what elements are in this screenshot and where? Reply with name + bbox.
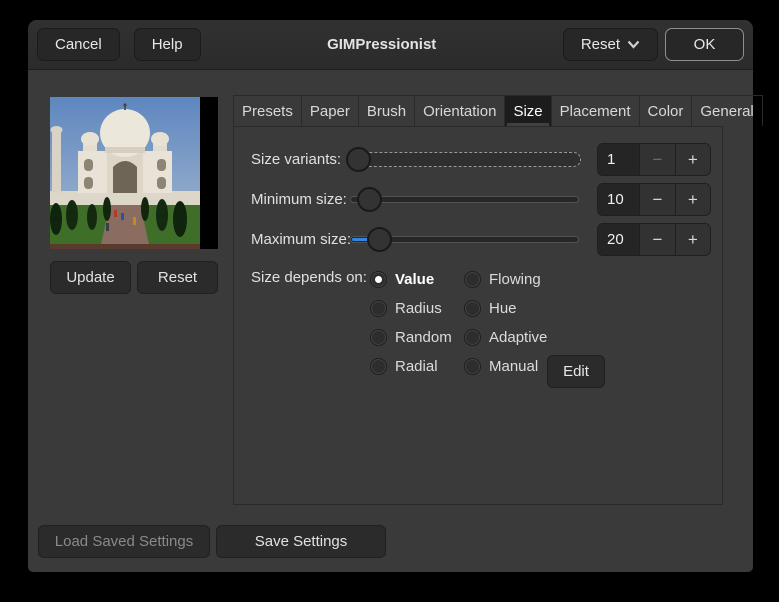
maximum-size-row: Maximum size: 20 − + — [234, 223, 722, 256]
radio-button[interactable] — [464, 271, 481, 288]
plus-icon[interactable]: + — [675, 224, 710, 255]
radio-label: Adaptive — [489, 329, 547, 346]
size-variants-label: Size variants: — [251, 143, 341, 176]
cancel-button[interactable]: Cancel — [37, 28, 120, 61]
tab-size[interactable]: Size — [504, 95, 550, 126]
radio-label: Manual — [489, 358, 538, 375]
radio-button[interactable] — [464, 329, 481, 346]
plus-icon[interactable]: + — [675, 144, 710, 175]
radio-flowing[interactable]: Flowing — [464, 270, 541, 289]
radio-label: Hue — [489, 300, 517, 317]
slider-handle[interactable] — [367, 227, 392, 252]
radio-button[interactable] — [464, 300, 481, 317]
radio-value[interactable]: Value — [370, 270, 434, 289]
size-variants-value[interactable]: 1 — [598, 144, 639, 175]
size-variants-row: Size variants: 1 − + — [234, 143, 722, 176]
minus-icon[interactable]: − — [639, 224, 674, 255]
minimum-size-value[interactable]: 10 — [598, 184, 639, 215]
tab-placement[interactable]: Placement — [551, 95, 639, 126]
minimum-size-slider[interactable] — [346, 183, 581, 216]
radio-radial[interactable]: Radial — [370, 357, 438, 376]
minus-icon[interactable]: − — [639, 184, 674, 215]
radio-button[interactable] — [370, 329, 387, 346]
tab-paper[interactable]: Paper — [301, 95, 358, 126]
size-depends-label: Size depends on: — [251, 269, 367, 286]
tab-bar: Presets Paper Brush Orientation Size Pla… — [233, 95, 723, 126]
radio-button[interactable] — [370, 271, 387, 288]
reset-menu-label: Reset — [581, 36, 620, 53]
chevron-down-icon — [627, 40, 640, 49]
radio-label: Radial — [395, 358, 438, 375]
size-tab-panel: Size variants: 1 − + Minimum size: — [233, 126, 723, 505]
update-preview-button[interactable]: Update — [50, 261, 131, 294]
radio-button[interactable] — [464, 358, 481, 375]
maximum-size-slider[interactable] — [346, 223, 581, 256]
radio-adaptive[interactable]: Adaptive — [464, 328, 547, 347]
maximum-size-spinbox: 20 − + — [597, 223, 711, 256]
slider-trough[interactable] — [350, 196, 579, 203]
preview-image — [50, 97, 200, 249]
ok-button[interactable]: OK — [665, 28, 744, 61]
size-variants-slider[interactable] — [346, 143, 581, 176]
radio-label: Flowing — [489, 271, 541, 288]
titlebar: Cancel Help GIMPressionist Reset OK — [28, 20, 753, 70]
reset-preview-button[interactable]: Reset — [137, 261, 218, 294]
help-button[interactable]: Help — [134, 28, 201, 61]
radio-button[interactable] — [370, 358, 387, 375]
radio-label: Value — [395, 271, 434, 288]
load-saved-settings-button: Load Saved Settings — [38, 525, 210, 558]
window-title: GIMPressionist — [201, 36, 563, 53]
minimum-size-label: Minimum size: — [251, 183, 347, 216]
tab-brush[interactable]: Brush — [358, 95, 414, 126]
radio-manual[interactable]: Manual — [464, 357, 538, 376]
reset-menu-button[interactable]: Reset — [563, 28, 658, 61]
minimum-size-row: Minimum size: 10 − + — [234, 183, 722, 216]
maximum-size-value[interactable]: 20 — [598, 224, 639, 255]
tab-orientation[interactable]: Orientation — [414, 95, 504, 126]
tab-color[interactable]: Color — [639, 95, 692, 126]
plus-icon[interactable]: + — [675, 184, 710, 215]
radio-label: Random — [395, 329, 452, 346]
tab-presets[interactable]: Presets — [233, 95, 301, 126]
save-settings-button[interactable]: Save Settings — [216, 525, 386, 558]
edit-button[interactable]: Edit — [547, 355, 605, 388]
settings-notebook: Presets Paper Brush Orientation Size Pla… — [233, 95, 723, 505]
minus-icon[interactable]: − — [639, 144, 674, 175]
radio-random[interactable]: Random — [370, 328, 452, 347]
preview-frame — [50, 97, 218, 249]
tab-general[interactable]: General — [691, 95, 762, 126]
size-variants-spinbox: 1 − + — [597, 143, 711, 176]
slider-handle[interactable] — [357, 187, 382, 212]
maximum-size-label: Maximum size: — [251, 223, 351, 256]
slider-handle[interactable] — [346, 147, 371, 172]
minimum-size-spinbox: 10 − + — [597, 183, 711, 216]
radio-radius[interactable]: Radius — [370, 299, 442, 318]
radio-button[interactable] — [370, 300, 387, 317]
radio-hue[interactable]: Hue — [464, 299, 517, 318]
slider-trough[interactable] — [352, 152, 581, 167]
radio-label: Radius — [395, 300, 442, 317]
gimpressionist-dialog: Cancel Help GIMPressionist Reset OK — [28, 20, 753, 572]
